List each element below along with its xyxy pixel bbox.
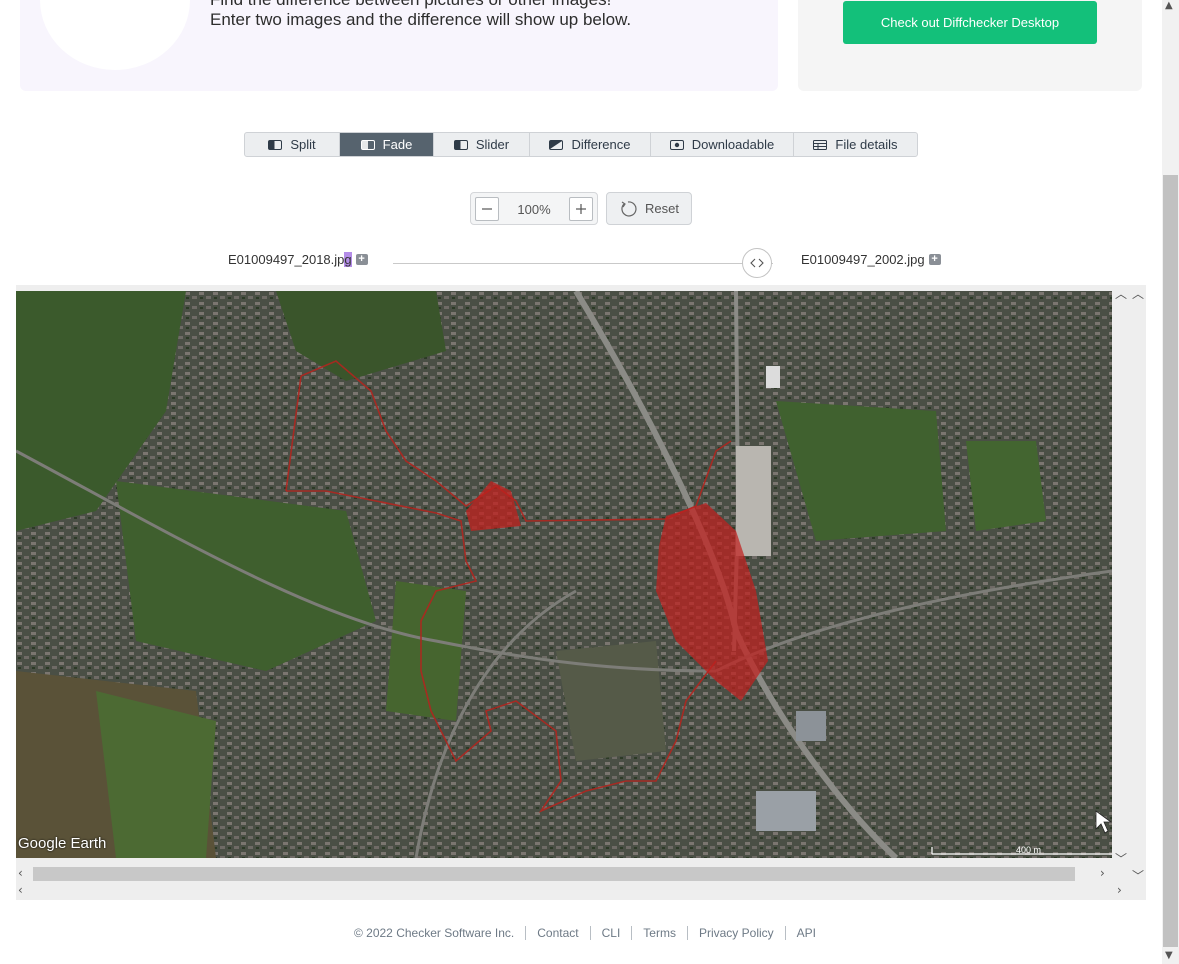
- zoom-level: 100%: [517, 202, 551, 217]
- tab-file-details[interactable]: File details: [794, 133, 917, 156]
- zoom-control: 100%: [470, 192, 598, 225]
- page-scroll-thumb[interactable]: [1163, 175, 1178, 947]
- scroll-left-icon[interactable]: ‹: [18, 866, 23, 880]
- scroll-up-icon[interactable]: ▲: [1165, 0, 1173, 11]
- desktop-promo-card: Check out Diffchecker Desktop: [798, 0, 1142, 91]
- footer-link-cli[interactable]: CLI: [589, 926, 632, 940]
- left-file-name-text: E01009497_2018.jp: [228, 252, 345, 267]
- page-scrollbar[interactable]: ▲ ▼: [1162, 0, 1179, 964]
- map-scale-label: 400 m: [1016, 845, 1042, 855]
- hero-circle: [40, 0, 190, 70]
- tab-fade[interactable]: Fade: [340, 133, 434, 156]
- difference-icon: [549, 139, 564, 150]
- footer: © 2022 Checker Software Inc. Contact CLI…: [0, 926, 1170, 940]
- viewer-vertical-scrollbar[interactable]: ︿ ︿ ﹀ ﹀: [1112, 285, 1146, 883]
- intro-line-1: Find the difference between pictures or …: [210, 0, 631, 10]
- tab-split[interactable]: Split: [245, 133, 340, 156]
- google-earth-watermark: Google Earth: [18, 835, 107, 852]
- scroll-right-icon[interactable]: ›: [1100, 866, 1105, 880]
- zoom-out-button[interactable]: [475, 197, 499, 221]
- scroll-down-icon[interactable]: ﹀: [1132, 867, 1144, 884]
- downloadable-icon: [669, 139, 684, 150]
- fade-icon: [360, 139, 375, 150]
- diffchecker-desktop-button[interactable]: Check out Diffchecker Desktop: [843, 1, 1097, 44]
- right-file-name: E01009497_2002.jpg +: [801, 252, 941, 267]
- right-file-name-text: E01009497_2002.jpg: [801, 252, 925, 267]
- code-arrows-icon: [750, 258, 764, 268]
- tab-slider-label: Slider: [475, 137, 510, 152]
- tab-downloadable-label: Downloadable: [691, 137, 775, 152]
- split-icon: [268, 139, 283, 150]
- add-image-icon[interactable]: +: [355, 254, 368, 265]
- tab-slider[interactable]: Slider: [434, 133, 530, 156]
- scroll-right-icon[interactable]: ›: [1117, 883, 1122, 897]
- slider-icon: [453, 139, 468, 150]
- reset-button[interactable]: Reset: [606, 192, 692, 225]
- intro-text: Find the difference between pictures or …: [210, 0, 631, 30]
- zoom-in-button[interactable]: [569, 197, 593, 221]
- intro-card: Find the difference between pictures or …: [20, 0, 778, 91]
- tab-downloadable[interactable]: Downloadable: [651, 133, 794, 156]
- footer-link-terms[interactable]: Terms: [631, 926, 687, 940]
- tab-split-label: Split: [290, 137, 316, 152]
- scroll-up-icon[interactable]: ︿: [1115, 285, 1127, 302]
- satellite-image[interactable]: Google Earth 400 m: [16, 291, 1112, 858]
- reset-label: Reset: [645, 201, 679, 216]
- add-image-icon[interactable]: +: [928, 254, 941, 265]
- viewer-horizontal-scrollbar[interactable]: ‹ ›: [16, 865, 1112, 883]
- file-details-icon: [813, 139, 828, 150]
- map-graphic: [16, 291, 1112, 858]
- tab-file-details-label: File details: [835, 137, 898, 152]
- footer-link-privacy-policy[interactable]: Privacy Policy: [686, 926, 785, 940]
- reset-icon: [621, 200, 637, 216]
- view-mode-tabs: Split Fade Slider Difference Downloadabl…: [244, 132, 918, 157]
- scroll-left-icon[interactable]: ‹: [18, 883, 23, 897]
- scroll-down-icon[interactable]: ▼: [1165, 950, 1173, 961]
- minus-icon: [482, 208, 492, 210]
- tab-difference-label: Difference: [571, 137, 631, 152]
- plus-icon: [576, 204, 586, 214]
- left-file-name: E01009497_2018.jpg +: [228, 252, 368, 267]
- tab-difference[interactable]: Difference: [530, 133, 651, 156]
- scroll-down-icon[interactable]: ﹀: [1115, 850, 1127, 867]
- fade-slider-track[interactable]: [393, 263, 773, 264]
- footer-link-api[interactable]: API: [784, 926, 827, 940]
- footer-copyright: © 2022 Checker Software Inc.: [353, 926, 515, 940]
- tab-fade-label: Fade: [382, 137, 413, 152]
- selection-highlight: g: [344, 252, 352, 267]
- footer-link-contact[interactable]: Contact: [525, 926, 589, 940]
- scroll-up-icon[interactable]: ︿: [1132, 285, 1144, 302]
- horizontal-scroll-thumb[interactable]: [33, 867, 1075, 881]
- fade-slider-handle[interactable]: [742, 248, 772, 278]
- intro-line-2: Enter two images and the difference will…: [210, 10, 632, 29]
